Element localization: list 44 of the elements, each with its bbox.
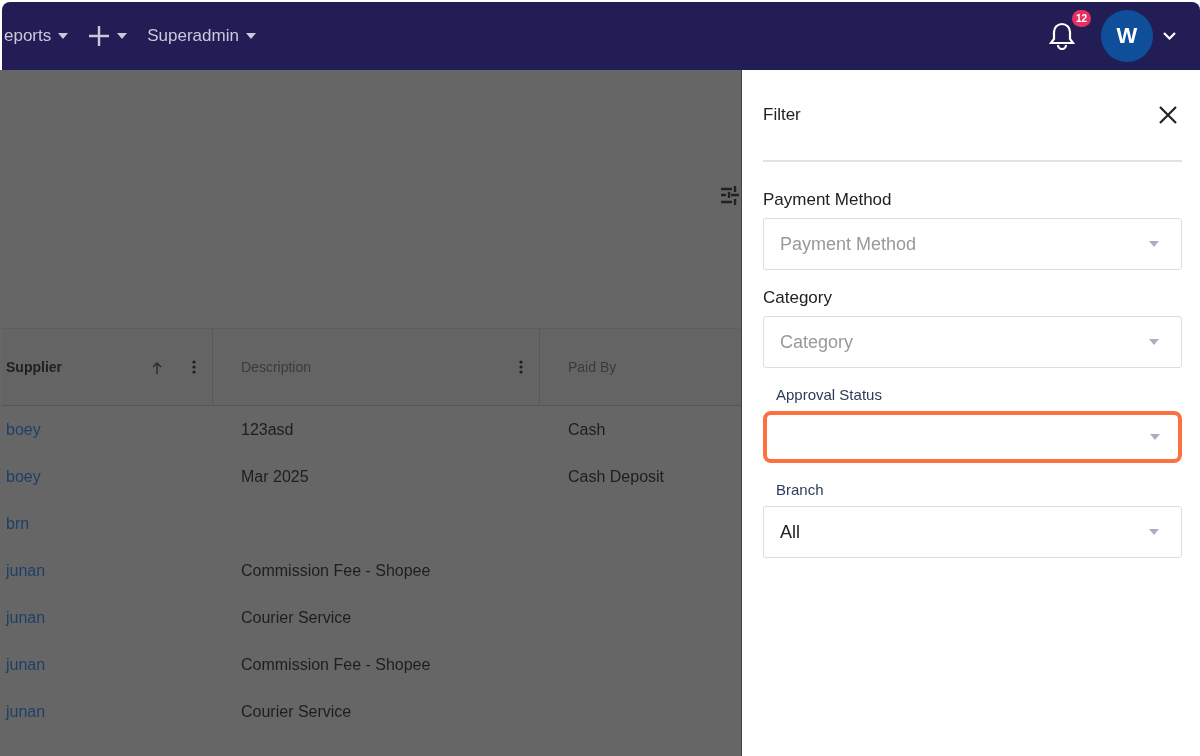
dropdown-caret-icon	[1149, 529, 1159, 535]
caret-icon	[117, 33, 128, 39]
table-cell: Commission Fee - Shopee	[241, 655, 431, 673]
table-cell: Courier Service	[241, 608, 352, 626]
nav-menu[interactable]: eports	[2, 26, 69, 46]
field-label: Payment Method	[763, 190, 893, 210]
dropdown-field[interactable]: All	[763, 506, 1182, 558]
table-cell: Cash Deposit	[568, 467, 665, 485]
dropdown-field[interactable]: Payment Method	[763, 218, 1182, 270]
field-label: Branch	[776, 481, 825, 498]
supplier-link[interactable]: boey	[6, 467, 41, 485]
dropdown-field[interactable]	[763, 411, 1182, 463]
table-cell: Mar 2025	[241, 467, 309, 485]
column-label[interactable]: Supplier	[6, 359, 62, 375]
notification-badge: 12	[1071, 10, 1091, 27]
table-cell: Cash	[568, 420, 606, 438]
supplier-link[interactable]: junan	[6, 561, 46, 579]
caret-icon	[58, 33, 69, 39]
panel-title: Filter	[763, 105, 801, 125]
sort-arrow-icon[interactable]	[152, 360, 162, 374]
supplier-link[interactable]: junan	[6, 702, 46, 720]
table-cell: Courier Service	[241, 702, 352, 720]
supplier-link[interactable]: junan	[6, 608, 46, 626]
more-icon[interactable]	[192, 360, 196, 374]
close-button[interactable]	[1158, 105, 1178, 125]
table-cell: Commission Fee - Shopee	[241, 561, 431, 579]
nav-menu[interactable]: Superadmin	[145, 26, 256, 46]
more-icon[interactable]	[519, 360, 523, 374]
table-cell: 123asd	[241, 420, 294, 438]
bell-icon[interactable]	[1049, 22, 1075, 50]
dropdown-caret-icon	[1150, 434, 1160, 440]
caret-icon	[245, 33, 256, 39]
add-menu[interactable]	[86, 25, 128, 47]
chevron-icon[interactable]	[1163, 32, 1176, 40]
avatar-button[interactable]: W	[1101, 10, 1153, 62]
dropdown-caret-icon	[1149, 241, 1159, 247]
supplier-link[interactable]: junan	[6, 655, 46, 673]
supplier-link[interactable]: brn	[6, 514, 30, 532]
dropdown-caret-icon	[1149, 339, 1159, 345]
field-label: Approval Status	[776, 386, 883, 403]
field-label: Category	[763, 288, 833, 308]
dropdown-field[interactable]: Category	[763, 316, 1182, 368]
supplier-link[interactable]: boey	[6, 420, 41, 438]
filter-icon[interactable]	[721, 184, 739, 206]
